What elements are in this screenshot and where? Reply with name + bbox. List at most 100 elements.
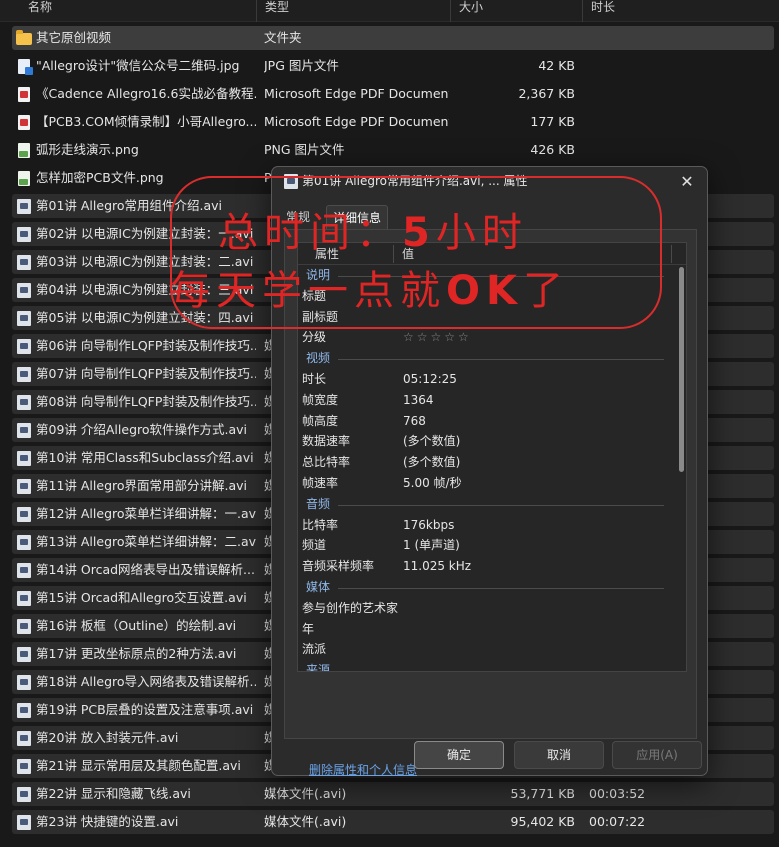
property-section: 来源: [298, 660, 674, 672]
property-value: (多个数值): [403, 434, 461, 449]
property-row[interactable]: 比特率 176kbps: [298, 515, 674, 536]
video-icon: [16, 674, 32, 690]
file-name: 第06讲 向导制作LQFP封装及制作技巧...: [36, 338, 256, 353]
file-row[interactable]: 其它原创视频 文件夹: [0, 24, 779, 52]
video-icon: [16, 366, 32, 382]
file-duration: 00:03:52: [589, 786, 646, 801]
file-name: 第18讲 Allegro导入网络表及错误解析...: [36, 674, 256, 689]
video-icon: [16, 254, 32, 270]
file-name: 第19讲 PCB层叠的设置及注意事项.avi: [36, 702, 254, 717]
property-row[interactable]: 帧速率 5.00 帧/秒: [298, 473, 674, 494]
property-row[interactable]: 流派: [298, 639, 674, 660]
property-name: 年: [302, 621, 315, 636]
annotation-line1-b: 5: [402, 210, 436, 256]
column-header: 名称 类型 大小 时长: [0, 0, 779, 22]
property-value: 768: [403, 413, 426, 428]
property-row[interactable]: 总比特率 (多个数值): [298, 452, 674, 473]
file-name: 第09讲 介绍Allegro软件操作方式.avi: [36, 422, 248, 437]
property-row[interactable]: 帧宽度 1364: [298, 390, 674, 411]
file-size: 2,367 KB: [518, 86, 575, 101]
scrollbar-thumb[interactable]: [679, 267, 684, 472]
property-row[interactable]: 年: [298, 619, 674, 640]
file-duration: 00:07:22: [589, 814, 646, 829]
file-size: 53,771 KB: [510, 786, 575, 801]
video-icon: [16, 590, 32, 606]
file-name: 第07讲 向导制作LQFP封装及制作技巧...: [36, 366, 256, 381]
video-icon: [16, 310, 32, 326]
property-scrollbar[interactable]: [676, 267, 686, 671]
apply-button[interactable]: 应用(A): [612, 741, 702, 769]
annotation-line1-a: 总时间：: [218, 210, 402, 256]
file-name: 第11讲 Allegro界面常用部分讲解.avi: [36, 478, 248, 493]
pdf-icon: [16, 114, 32, 130]
column-header-name[interactable]: 名称: [20, 0, 52, 22]
file-name: "Allegro设计"微信公众号二维码.jpg: [36, 58, 240, 73]
file-size: [455, 24, 575, 52]
property-row[interactable]: 分级 ☆☆☆☆☆: [298, 327, 674, 348]
file-name: 其它原创视频: [36, 30, 112, 45]
close-icon[interactable]: ✕: [673, 170, 701, 194]
video-icon: [16, 702, 32, 718]
video-icon: [16, 646, 32, 662]
file-row[interactable]: 弧形走线演示.png PNG 图片文件 426 KB: [0, 136, 779, 164]
file-type: Microsoft Edge PDF Document: [264, 114, 449, 129]
annotation-line-1: 总时间：5小时: [218, 200, 528, 258]
property-section: 音频: [298, 494, 674, 515]
file-row[interactable]: 第22讲 显示和隐藏飞线.avi 媒体文件(.avi) 53,771 KB 00:03…: [0, 780, 779, 808]
file-row[interactable]: "Allegro设计"微信公众号二维码.jpg JPG 图片文件 42 KB: [0, 52, 779, 80]
file-row[interactable]: 第23讲 快捷键的设置.avi 媒体文件(.avi) 95,402 KB 00:07:…: [0, 808, 779, 836]
property-name: 流派: [302, 642, 327, 657]
folder-icon: [16, 30, 32, 46]
file-name: 第21讲 显示常用层及其颜色配置.avi: [36, 758, 241, 773]
column-header-type[interactable]: 类型: [256, 0, 289, 22]
video-icon: [16, 422, 32, 438]
property-row[interactable]: 帧高度 768: [298, 411, 674, 432]
file-row[interactable]: 《Cadence Allegro16.6实战必备教程... Microsoft E…: [0, 80, 779, 108]
dialog-title: 第01讲 Allegro常用组件介绍.avi, ... 属性: [302, 174, 528, 188]
property-row[interactable]: 音频采样频率 11.025 kHz: [298, 556, 674, 577]
column-header-duration[interactable]: 时长: [582, 0, 615, 22]
property-name: 总比特率: [302, 455, 351, 470]
annotation-line-2: 每天学一点就OK了: [170, 258, 569, 316]
video-icon: [16, 226, 32, 242]
property-row[interactable]: 频道 1 (单声道): [298, 535, 674, 556]
file-type: JPG 图片文件: [264, 58, 339, 73]
video-icon: [16, 338, 32, 354]
file-type: 媒体文件(.avi): [264, 814, 347, 829]
property-row[interactable]: 数据速率 (多个数值): [298, 431, 674, 452]
file-name: 【PCB3.COM倾情录制】小哥Allegro...: [36, 114, 256, 129]
property-row[interactable]: 参与创作的艺术家: [298, 598, 674, 619]
property-name: 帧高度: [302, 413, 339, 428]
file-name: 第16讲 板框（Outline）的绘制.avi: [36, 618, 237, 633]
cancel-button[interactable]: 取消: [514, 741, 604, 769]
file-name: 《Cadence Allegro16.6实战必备教程...: [36, 86, 256, 101]
file-row[interactable]: 【PCB3.COM倾情录制】小哥Allegro... Microsoft Edge…: [0, 108, 779, 136]
property-row[interactable]: 时长 05:12:25: [298, 369, 674, 390]
property-name: 帧速率: [302, 475, 339, 490]
file-size: 95,402 KB: [510, 814, 575, 829]
property-name: 时长: [302, 371, 327, 386]
video-icon: [16, 506, 32, 522]
file-type: 文件夹: [264, 30, 302, 45]
image-icon: [16, 170, 32, 186]
video-icon: [16, 394, 32, 410]
dialog-titlebar[interactable]: 第01讲 Allegro常用组件介绍.avi, ... 属性 ✕: [272, 167, 707, 197]
file-size: 426 KB: [530, 142, 575, 157]
section-label: 来源: [306, 663, 331, 672]
video-icon: [16, 478, 32, 494]
file-name: 第22讲 显示和隐藏飞线.avi: [36, 786, 191, 801]
property-section: 媒体: [298, 577, 674, 598]
ok-button[interactable]: 确定: [414, 741, 504, 769]
video-icon: [16, 730, 32, 746]
file-name: 第15讲 Orcad和Allegro交互设置.avi: [36, 590, 247, 605]
video-icon: [16, 282, 32, 298]
file-name: 第08讲 向导制作LQFP封装及制作技巧...: [36, 394, 256, 409]
property-value: 11.025 kHz: [403, 559, 472, 574]
column-header-size[interactable]: 大小: [450, 0, 483, 22]
rating-stars[interactable]: ☆☆☆☆☆: [403, 327, 472, 348]
file-size: 177 KB: [530, 114, 575, 129]
document-icon: [16, 58, 33, 75]
remove-properties-link[interactable]: 删除属性和个人信息: [309, 761, 417, 778]
property-name: 比特率: [302, 517, 339, 532]
file-name: 第12讲 Allegro菜单栏详细讲解：一.avi: [36, 506, 256, 521]
